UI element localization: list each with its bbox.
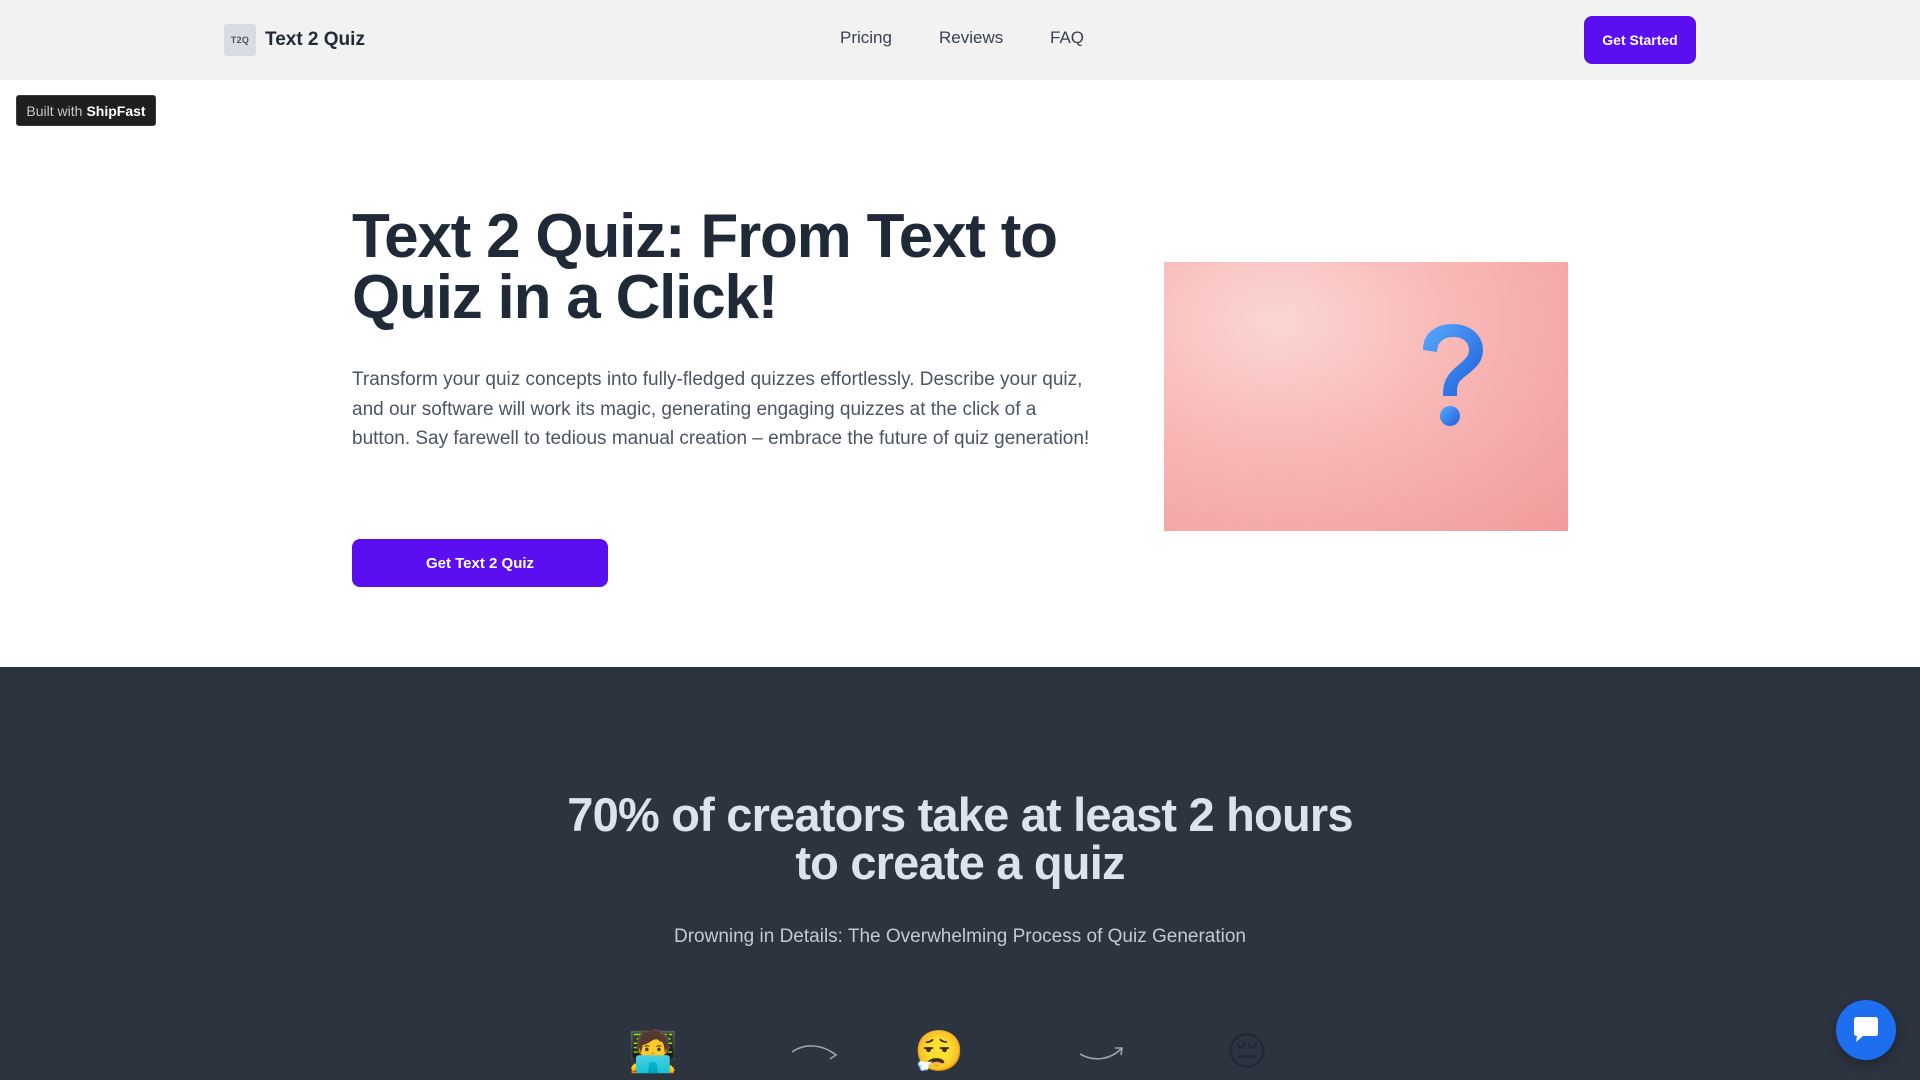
badge-prefix: Built with: [26, 102, 83, 119]
arrow-right-up-icon: [1079, 1047, 1123, 1060]
question-mark-icon: [1423, 324, 1483, 426]
get-text2quiz-button[interactable]: Get Text 2 Quiz: [352, 539, 608, 587]
hero-description: Transform your quiz concepts into fully-…: [352, 369, 1090, 449]
arrow-right-icon: [791, 1045, 838, 1060]
chat-button[interactable]: [1836, 1000, 1896, 1060]
problem-title: 70% of creators take at least 2 hours to…: [567, 788, 1353, 889]
problem-section: 70% of creators take at least 2 hours to…: [0, 667, 1920, 1080]
nav-link-reviews[interactable]: Reviews: [939, 28, 1003, 48]
person-laptop-icon: 🧑‍💻: [628, 1029, 678, 1075]
hero-title: Text 2 Quiz: From Text to Quiz in a Clic…: [352, 202, 1058, 332]
shipfast-badge[interactable]: Built with ShipFast: [16, 95, 156, 126]
pensive-face-icon: 😔: [1226, 1029, 1268, 1075]
chat-bubble-icon: [1854, 1017, 1878, 1042]
get-started-button[interactable]: Get Started: [1584, 16, 1696, 64]
exhausted-face-icon: 😮‍💨: [914, 1029, 964, 1075]
site-header: T2Q Text 2 Quiz Pricing Reviews FAQ Get …: [0, 0, 1920, 80]
nav-link-faq[interactable]: FAQ: [1050, 28, 1084, 48]
badge-name: ShipFast: [86, 102, 146, 119]
problem-subtitle: Drowning in Details: The Overwhelming Pr…: [673, 926, 1246, 947]
nav-link-pricing[interactable]: Pricing: [840, 28, 892, 48]
hero-image: [1164, 262, 1568, 531]
